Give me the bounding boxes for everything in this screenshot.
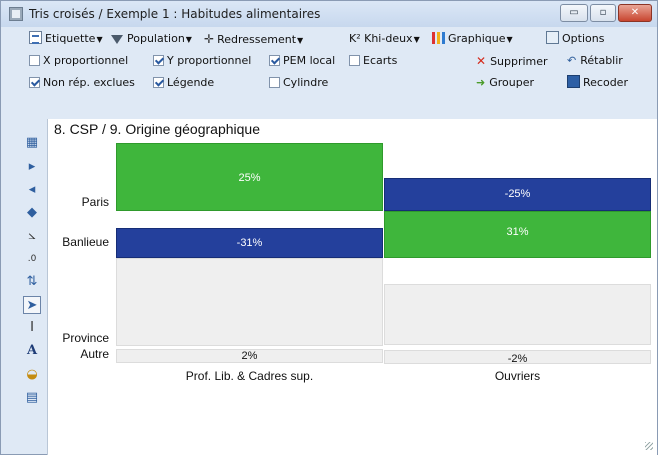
window-title: Tris croisés / Exemple 1 : Habitudes ali… (29, 7, 321, 21)
close-button[interactable]: ✕ (618, 4, 652, 22)
maximize-button[interactable]: ▫ (590, 4, 616, 22)
non-rep-checkbox[interactable]: Non rép. exclues (29, 75, 135, 91)
options-icon (546, 31, 559, 44)
checkbox-checked-icon (269, 55, 280, 66)
khideux-menu[interactable]: K² Khi-deux▼ (349, 31, 420, 47)
filter-icon (111, 35, 123, 44)
y-proportional-label: Y proportionnel (167, 54, 252, 67)
etiquette-label: Etiquette (45, 32, 96, 45)
font-icon[interactable]: A (23, 342, 41, 360)
cell-ouvriers-province[interactable] (384, 284, 651, 345)
checkbox-unchecked-icon (29, 55, 40, 66)
row-label-paris: Paris (81, 195, 109, 209)
arrow-right-icon: ➜ (476, 76, 486, 89)
cell-ouvriers-paris[interactable]: -25% (384, 178, 651, 211)
redressement-label: Redressement (217, 33, 297, 46)
chart-title: 8. CSP / 9. Origine géographique (54, 121, 260, 137)
column-label-ouvriers: Ouvriers (494, 369, 541, 383)
save-icon (567, 75, 580, 88)
cell-cadres-paris[interactable]: 25% (116, 143, 383, 211)
population-menu[interactable]: Population▼ (111, 31, 192, 47)
checkbox-checked-icon (153, 77, 164, 88)
checkbox-checked-icon (29, 77, 40, 88)
toolbar-display: X proportionnel Y proportionnel PEM loca… (1, 51, 657, 71)
row-label-province: Province (62, 331, 109, 345)
label-icon (29, 31, 42, 44)
cell-cadres-banlieue[interactable]: -31% (116, 228, 383, 258)
cell-ouvriers-banlieue[interactable]: 31% (384, 211, 651, 258)
fill-icon[interactable]: ◒ (23, 366, 41, 384)
recoder-label: Recoder (583, 76, 628, 89)
ecarts-checkbox[interactable]: Ecarts (349, 53, 397, 69)
ecarts-label: Ecarts (363, 54, 398, 67)
population-label: Population (127, 32, 185, 45)
minimize-button[interactable]: ▭ (560, 4, 588, 22)
app-icon (9, 7, 23, 21)
supprimer-button[interactable]: ✕ Supprimer (476, 53, 548, 69)
checkbox-checked-icon (153, 55, 164, 66)
cylindre-checkbox[interactable]: Cylindre (269, 75, 328, 91)
sort-icon[interactable]: ⇅ (23, 273, 41, 291)
row-label-banlieue: Banlieue (62, 235, 109, 249)
window-icon[interactable]: ▤ (23, 389, 41, 407)
arrow-left-icon[interactable]: ◂ (23, 181, 41, 199)
options-button[interactable]: Options (546, 31, 604, 47)
cell-cadres-autre[interactable]: 2% (116, 349, 383, 363)
column-label-cadres: Prof. Lib. & Cadres sup. (185, 369, 314, 383)
retablir-label: Rétablir (580, 54, 623, 67)
title-bar: Tris croisés / Exemple 1 : Habitudes ali… (1, 1, 657, 27)
y-proportional-checkbox[interactable]: Y proportionnel (153, 53, 251, 69)
row-label-autre: Autre (80, 347, 109, 361)
khideux-label: K² Khi-deux (349, 32, 413, 45)
x-proportional-label: X proportionnel (43, 54, 129, 67)
resize-grip-icon[interactable] (645, 442, 653, 450)
crosshair-icon: ✛ (204, 32, 215, 46)
checkbox-unchecked-icon (349, 55, 360, 66)
text-cursor-icon[interactable]: I (23, 319, 41, 337)
legende-checkbox[interactable]: Légende (153, 75, 214, 91)
arrow-right-icon[interactable]: ▸ (23, 158, 41, 176)
cell-ouvriers-autre[interactable]: -2% (384, 350, 651, 365)
pointer-icon[interactable]: ➤ (23, 296, 41, 314)
toolbar-main: Etiquette▼ Population▼ ✛ Redressement▼ K²… (1, 29, 657, 49)
arrow-both-icon[interactable]: ◆ (23, 204, 41, 222)
delete-icon: ✕ (476, 54, 487, 68)
decimals-icon[interactable]: .0 (23, 250, 41, 268)
supprimer-label: Supprimer (490, 55, 548, 68)
recoder-button[interactable]: Recoder (567, 75, 628, 91)
tool-strip: ▦ ▸ ◂ ◆ ⦣ .0 ⇅ ➤ I A ◒ ▤ (3, 119, 47, 452)
graphique-label: Graphique (448, 32, 506, 45)
table-icon[interactable]: ▦ (23, 134, 41, 152)
cylindre-label: Cylindre (283, 76, 329, 89)
grouper-button[interactable]: ➜ Grouper (476, 75, 534, 91)
grouper-label: Grouper (489, 76, 534, 89)
x-proportional-checkbox[interactable]: X proportionnel (29, 53, 128, 69)
redressement-menu[interactable]: ✛ Redressement▼ (204, 31, 303, 47)
non-rep-label: Non rép. exclues (43, 76, 135, 89)
crosstab-window: Tris croisés / Exemple 1 : Habitudes ali… (0, 0, 658, 455)
checkbox-unchecked-icon (269, 77, 280, 88)
pem-local-label: PEM local (283, 54, 336, 67)
graphique-menu[interactable]: Graphique▼ (432, 31, 513, 47)
retablir-button[interactable]: ↶ Rétablir (567, 53, 623, 69)
chart-icon (432, 32, 445, 44)
etiquette-menu[interactable]: Etiquette▼ (29, 31, 103, 47)
toolbar-options: Non rép. exclues Légende Cylindre ➜ Group… (1, 73, 657, 93)
undo-icon: ↶ (567, 54, 577, 67)
cell-cadres-province[interactable] (116, 258, 383, 346)
options-label: Options (562, 32, 605, 45)
pem-local-checkbox[interactable]: PEM local (269, 53, 335, 69)
axis-icon[interactable]: ⦣ (23, 227, 41, 245)
legende-label: Légende (167, 76, 215, 89)
